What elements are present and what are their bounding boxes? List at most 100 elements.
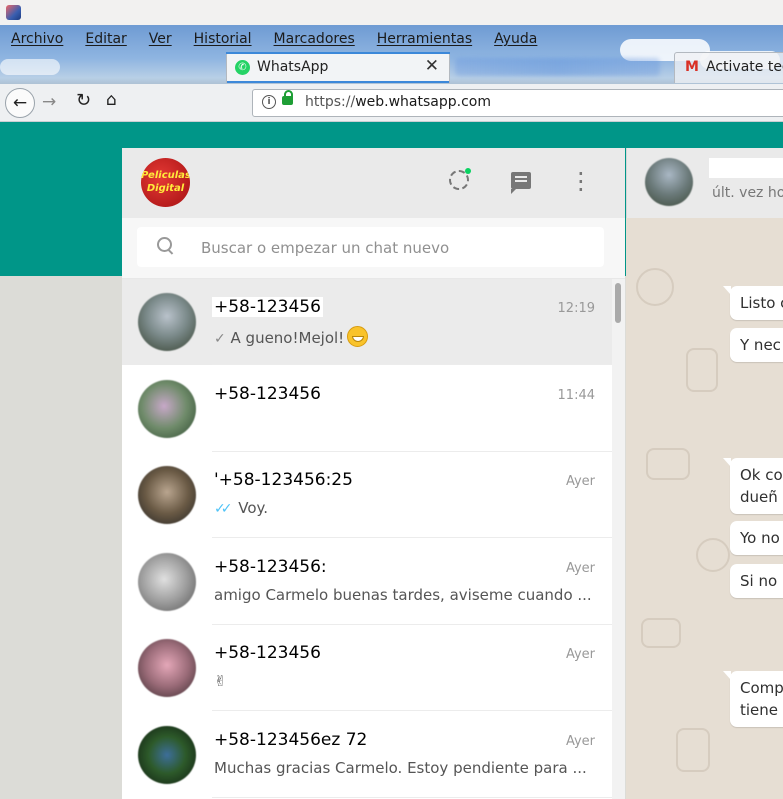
chat-list: +58-123456 12:19 ✓ A gueno!Mejol! +58-12345… bbox=[122, 279, 612, 799]
message-text: Si no bbox=[740, 572, 778, 590]
scrollbar-thumb[interactable] bbox=[615, 283, 621, 323]
contact-header[interactable]: últ. vez ho bbox=[626, 148, 783, 218]
chat-preview: amigo Carmelo buenas tardes, aviseme cua… bbox=[214, 586, 594, 604]
chat-row[interactable]: '+58-123456:25 Ayer ✓✓ Voy. bbox=[122, 452, 612, 538]
wallpaper-doodle bbox=[696, 538, 730, 572]
chat-avatar bbox=[138, 639, 196, 697]
wallpaper-doodle bbox=[686, 348, 718, 392]
message-bubble[interactable]: Ok co dueñ bbox=[723, 458, 783, 514]
message-bubble[interactable]: Listo c bbox=[723, 286, 783, 320]
forward-button[interactable]: → bbox=[42, 92, 56, 112]
tab-whatsapp[interactable]: ✆ WhatsApp ✕ bbox=[226, 52, 450, 83]
message-text: tiene bbox=[740, 701, 779, 719]
chat-avatar bbox=[138, 379, 196, 438]
theme-cloud-decoration bbox=[0, 59, 60, 75]
chat-row[interactable]: +58-123456ez 72 Ayer Muchas gracias Carmel… bbox=[122, 711, 612, 798]
message-text: Ok co bbox=[740, 466, 783, 484]
url-text[interactable]: https://web.whatsapp.com bbox=[305, 94, 491, 110]
menu-ver[interactable]: Ver bbox=[138, 28, 183, 50]
menu-historial[interactable]: Historial bbox=[183, 28, 263, 50]
chat-row[interactable]: +58-123456 Ayer ✌ bbox=[122, 625, 612, 711]
message-text: Y nec bbox=[740, 336, 781, 354]
message-bubble[interactable]: Comp tiene bbox=[723, 671, 783, 727]
chat-preview-text: A gueno!Mejol! bbox=[230, 329, 345, 347]
my-avatar[interactable]: Peliculas Digital bbox=[141, 158, 190, 207]
chat-name: +58-123456 bbox=[212, 383, 323, 404]
wallpaper-doodle bbox=[646, 448, 690, 480]
message-text: dueñ bbox=[740, 488, 778, 506]
chat-preview-text: amigo Carmelo buenas tardes, aviseme cua… bbox=[214, 585, 592, 604]
tab-close-icon[interactable]: ✕ bbox=[425, 56, 439, 76]
chat-preview-text: ✌ bbox=[214, 672, 227, 690]
message-bubble[interactable]: Y nec bbox=[730, 328, 783, 362]
chat-time: Ayer bbox=[565, 647, 595, 662]
menu-archivo[interactable]: Archivo bbox=[0, 28, 74, 50]
wallpaper-doodle bbox=[676, 728, 710, 772]
row-divider bbox=[212, 796, 612, 798]
message-bubble[interactable]: Yo no bbox=[730, 521, 783, 555]
search-input[interactable] bbox=[199, 233, 593, 263]
menu-dots-icon[interactable]: · · · bbox=[577, 162, 585, 202]
chat-preview: ✓✓ Voy. bbox=[214, 499, 594, 517]
back-button[interactable]: ← bbox=[5, 88, 35, 118]
chat-row[interactable]: +58-123456: Ayer amigo Carmelo buenas tard… bbox=[122, 538, 612, 625]
url-scheme: https:// bbox=[305, 94, 356, 110]
chat-avatar bbox=[138, 725, 196, 784]
avatar-text: Peliculas Digital bbox=[141, 170, 190, 194]
chat-list-scrollbar[interactable] bbox=[612, 279, 625, 799]
info-icon[interactable]: i bbox=[262, 95, 276, 109]
new-chat-icon[interactable] bbox=[511, 172, 531, 194]
chat-preview: ✓ A gueno!Mejol! bbox=[214, 326, 594, 347]
search-container bbox=[122, 218, 625, 279]
browser-app-icon bbox=[6, 5, 21, 20]
menu-ayuda[interactable]: Ayuda bbox=[483, 28, 548, 50]
home-button[interactable]: ⌂ bbox=[106, 90, 117, 110]
chat-row[interactable]: +58-123456 12:19 ✓ A gueno!Mejol! bbox=[122, 279, 612, 365]
message-text: Listo c bbox=[740, 294, 783, 312]
chat-avatar bbox=[138, 293, 196, 351]
menu-bar: Archivo Editar Ver Historial Marcadores … bbox=[0, 28, 548, 50]
chat-name: '+58-123456:25 bbox=[212, 470, 355, 490]
chat-row[interactable]: +58-123456 11:44 bbox=[122, 365, 612, 452]
chat-list-panel: Peliculas Digital ··· +58-123456 12:19 ✓ A… bbox=[122, 148, 625, 799]
grinning-emoji-icon bbox=[347, 326, 369, 347]
check-icon: ✓ bbox=[214, 331, 226, 347]
tab-title: Activate tec bbox=[706, 59, 783, 75]
profile-header: Peliculas Digital · · · bbox=[122, 148, 625, 218]
chat-preview: ✌ bbox=[214, 672, 594, 690]
whatsapp-favicon-icon: ✆ bbox=[235, 60, 250, 75]
chat-name: +58-123456 bbox=[212, 297, 323, 317]
message-bubble[interactable]: Si no bbox=[730, 564, 783, 598]
gmail-favicon-icon: M bbox=[685, 59, 699, 75]
navigation-bar: ← → ↻ ⌂ i https://web.whatsapp.com bbox=[0, 84, 783, 122]
search-box[interactable] bbox=[137, 227, 604, 267]
search-icon bbox=[157, 237, 172, 252]
chat-preview-text: Muchas gracias Carmelo. Estoy pendiente … bbox=[214, 758, 587, 777]
menu-marcadores[interactable]: Marcadores bbox=[263, 28, 366, 50]
reload-button[interactable]: ↻ bbox=[76, 90, 91, 111]
chat-preview-text: Voy. bbox=[238, 499, 269, 517]
window-titlebar bbox=[0, 0, 783, 26]
tab-title: WhatsApp bbox=[257, 59, 329, 75]
chat-time: 12:19 bbox=[557, 301, 595, 316]
url-host: web.whatsapp.com bbox=[355, 94, 491, 110]
conversation-panel: últ. vez ho Listo c Y nec Ok co dueñ Yo n… bbox=[626, 148, 783, 799]
chat-time: Ayer bbox=[565, 474, 595, 489]
chat-time: Ayer bbox=[565, 560, 595, 576]
wallpaper-doodle bbox=[641, 618, 681, 648]
tab-blurred[interactable] bbox=[455, 58, 660, 76]
contact-avatar[interactable] bbox=[645, 158, 693, 206]
menu-editar[interactable]: Editar bbox=[74, 28, 137, 50]
double-check-icon: ✓✓ bbox=[214, 501, 233, 517]
chat-name: +58-123456: bbox=[212, 556, 329, 577]
chat-time: Ayer bbox=[565, 733, 595, 749]
menu-herramientas[interactable]: Herramientas bbox=[366, 28, 483, 50]
url-bar[interactable]: i https://web.whatsapp.com bbox=[252, 89, 783, 117]
tab-gmail[interactable]: M Activate tec bbox=[674, 52, 783, 83]
wallpaper-doodle bbox=[636, 268, 674, 306]
chat-time: 11:44 bbox=[557, 387, 595, 403]
lock-icon bbox=[282, 90, 293, 105]
message-text: Yo no bbox=[740, 529, 780, 547]
chat-avatar bbox=[138, 552, 196, 611]
chat-name: +58-123456ez 72 bbox=[212, 729, 370, 750]
